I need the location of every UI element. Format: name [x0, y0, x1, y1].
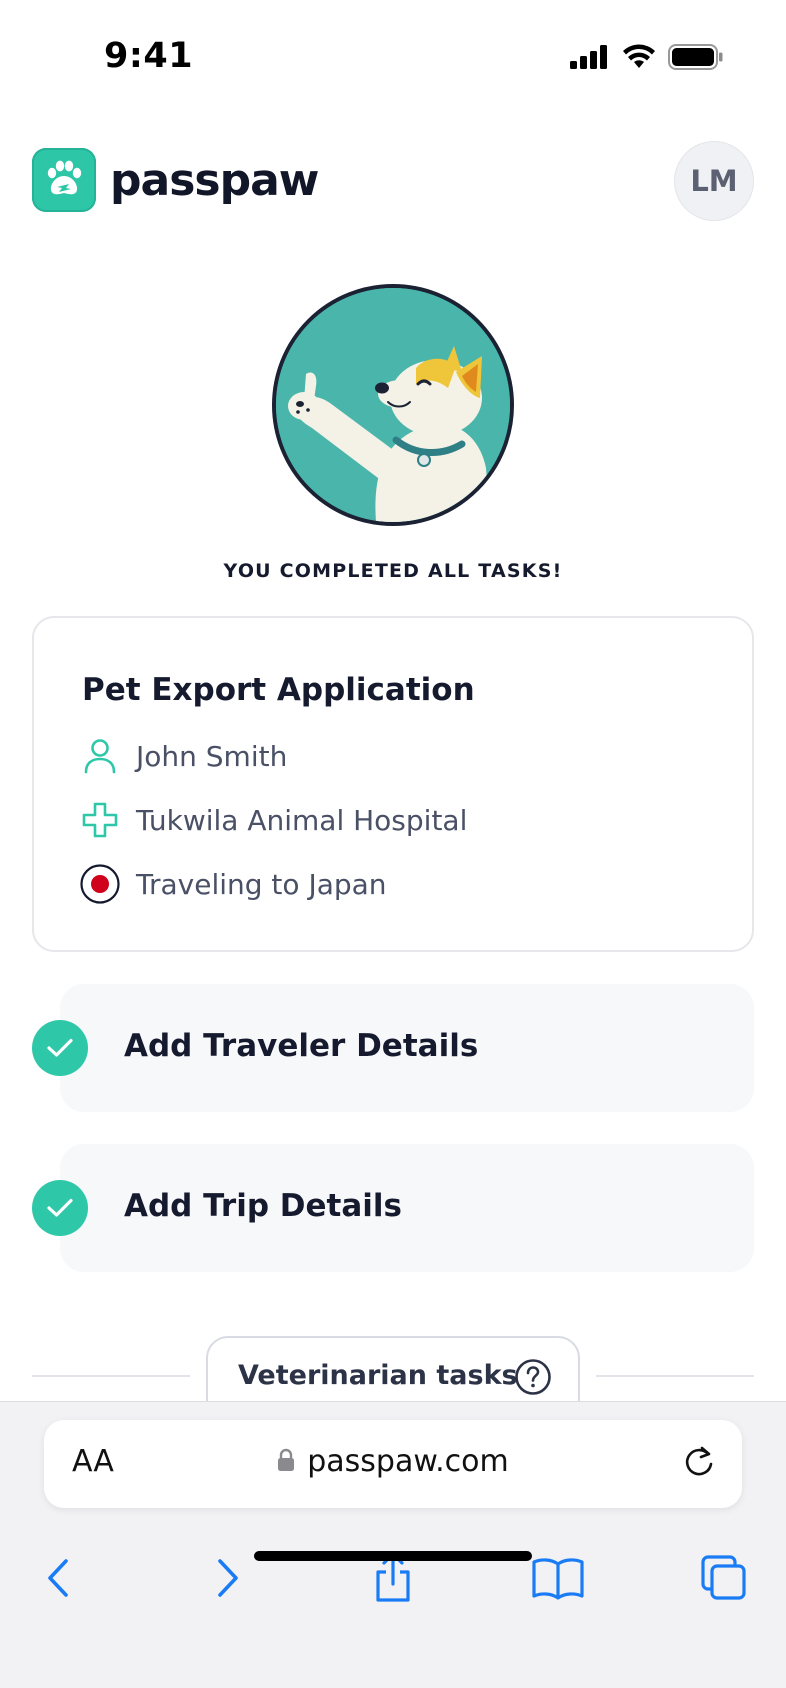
veterinarian-tasks-label: Veterinarian tasks — [238, 1360, 518, 1391]
status-time: 9:41 — [104, 36, 194, 76]
checkmark-icon — [32, 1020, 88, 1076]
task-label: Add Trip Details — [124, 1188, 403, 1224]
user-avatar[interactable]: LM — [674, 141, 754, 221]
battery-icon — [668, 44, 724, 74]
address-bar[interactable]: AA passpaw.com — [44, 1420, 742, 1508]
wifi-icon — [622, 44, 656, 74]
clinic-name: Tukwila Animal Hospital — [136, 803, 468, 837]
traveler-row: John Smith — [80, 736, 287, 776]
lock-icon — [277, 1448, 295, 1476]
clinic-row: Tukwila Animal Hospital — [80, 800, 467, 840]
brand-name: passpaw — [110, 154, 319, 206]
forward-icon[interactable] — [198, 1550, 258, 1606]
task-trip-details[interactable]: Add Trip Details — [32, 1144, 754, 1272]
help-icon[interactable] — [514, 1358, 552, 1400]
signal-icon — [570, 45, 610, 73]
bookmarks-icon[interactable] — [528, 1550, 588, 1606]
url-text: passpaw.com — [307, 1444, 509, 1479]
person-icon — [80, 736, 120, 776]
hero-dog-illustration — [272, 284, 514, 526]
tabs-icon[interactable] — [694, 1550, 754, 1606]
application-title: Pet Export Application — [82, 672, 475, 708]
back-icon[interactable] — [28, 1550, 88, 1606]
reload-icon[interactable] — [682, 1444, 716, 1484]
paw-logo-icon — [32, 148, 96, 212]
task-traveler-details[interactable]: Add Traveler Details — [32, 984, 754, 1112]
medical-cross-icon — [80, 800, 120, 840]
destination-row: Traveling to Japan — [80, 864, 387, 904]
passpaw-logo[interactable]: passpaw — [32, 148, 319, 212]
application-card: Pet Export Application John Smith Tukwil… — [32, 616, 754, 952]
home-indicator — [254, 1551, 532, 1561]
completion-caption: YOU COMPLETED ALL TASKS! — [223, 560, 563, 582]
task-label: Add Traveler Details — [124, 1028, 479, 1064]
status-icons — [570, 44, 724, 74]
japan-flag-icon — [80, 864, 120, 904]
browser-chrome: AA passpaw.com — [0, 1401, 786, 1688]
traveler-name: John Smith — [136, 739, 288, 773]
divider-left — [32, 1375, 190, 1377]
destination-text: Traveling to Japan — [136, 867, 387, 901]
checkmark-icon — [32, 1180, 88, 1236]
thumbs-up-dog-image — [276, 288, 510, 522]
divider-right — [596, 1375, 754, 1377]
status-bar: 9:41 — [0, 0, 786, 118]
url-display: passpaw.com — [44, 1444, 742, 1479]
